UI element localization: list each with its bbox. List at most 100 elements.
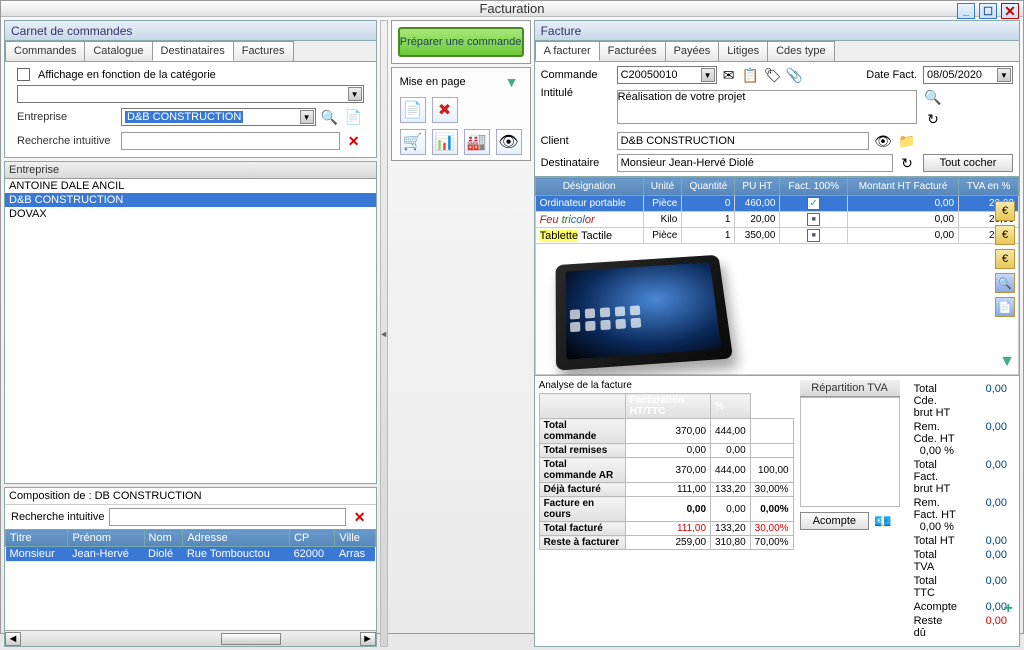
entreprise-combo[interactable]: D&B CONSTRUCTION ▼ bbox=[121, 108, 316, 126]
table-row[interactable]: MonsieurJean-HervéDioléRue Tombouctou620… bbox=[6, 547, 376, 562]
tab-cdes-type[interactable]: Cdes type bbox=[767, 41, 835, 61]
product-image bbox=[548, 249, 728, 369]
client-input[interactable] bbox=[617, 132, 869, 150]
tab-catalogue[interactable]: Catalogue bbox=[84, 41, 152, 61]
entreprise-list-header: Entreprise bbox=[5, 162, 376, 179]
composition-recherche-input[interactable] bbox=[109, 508, 346, 526]
col-header[interactable]: Montant HT Facturé bbox=[848, 178, 959, 196]
maximize-button[interactable]: ☐ bbox=[979, 3, 997, 19]
fact100-checkbox[interactable] bbox=[807, 229, 820, 242]
scroll-thumb[interactable] bbox=[221, 633, 281, 645]
factory-icon[interactable]: 🏭 bbox=[464, 129, 490, 155]
tag-icon[interactable]: 🏷 bbox=[763, 65, 783, 85]
tab-factures[interactable]: Factures bbox=[233, 41, 294, 61]
titlebar: Facturation _ ☐ ✕ bbox=[1, 1, 1023, 17]
attach-icon[interactable]: 📎 bbox=[785, 65, 805, 85]
vertical-splitter[interactable]: ◄ bbox=[380, 20, 388, 647]
col-nom[interactable]: Nom bbox=[144, 530, 183, 547]
acompte-total-value: 0,00 bbox=[957, 601, 1007, 613]
category-filter-checkbox[interactable] bbox=[17, 68, 30, 81]
folder-icon[interactable]: 📁 bbox=[897, 131, 917, 151]
client-label: Client bbox=[541, 135, 611, 147]
list-item[interactable]: ANTOINE DALE ANCIL bbox=[5, 179, 376, 193]
table-row[interactable]: Ordinateur portablePièce0460,000,0020,00 bbox=[535, 196, 1018, 212]
destinataire-input[interactable] bbox=[617, 154, 893, 172]
commande-label: Commande bbox=[541, 69, 611, 81]
facture-panel-title: Facture bbox=[535, 21, 1019, 41]
category-combo[interactable]: ▼ bbox=[17, 85, 364, 103]
tab-commandes[interactable]: Commandes bbox=[5, 41, 85, 61]
refresh-icon[interactable]: ↻ bbox=[897, 153, 917, 173]
intitule-textarea[interactable] bbox=[617, 90, 917, 124]
entreprise-list[interactable]: ANTOINE DALE ANCILD&B CONSTRUCTIONDOVAX bbox=[5, 179, 376, 483]
col-header[interactable]: PU HT bbox=[735, 178, 780, 196]
reste-du-value: 0,00 bbox=[957, 615, 1007, 639]
window-title: Facturation bbox=[479, 1, 544, 16]
currency-icon[interactable]: € bbox=[995, 225, 1015, 245]
intitule-label: Intitulé bbox=[541, 87, 611, 99]
binoculars-icon[interactable]: 🔍 bbox=[923, 87, 943, 107]
col-titre[interactable]: Titre bbox=[6, 530, 68, 547]
fact100-checkbox[interactable] bbox=[807, 197, 820, 210]
acompte-button[interactable]: Acompte bbox=[800, 512, 869, 530]
col-header[interactable]: TVA en % bbox=[959, 178, 1019, 196]
eye-icon[interactable]: 👁 bbox=[873, 131, 893, 151]
chevron-down-icon: ▼ bbox=[300, 110, 314, 124]
binoculars-icon[interactable]: 🔍 bbox=[320, 107, 340, 127]
col-header[interactable]: Unité bbox=[643, 178, 682, 196]
close-button[interactable]: ✕ bbox=[1001, 3, 1019, 19]
tab-payées[interactable]: Payées bbox=[665, 41, 720, 61]
doc-icon[interactable]: 📄 bbox=[995, 297, 1015, 317]
page-layout-icon[interactable]: 📄 bbox=[400, 97, 426, 123]
recherche-input[interactable] bbox=[121, 132, 340, 150]
composition-grid[interactable]: TitrePrénomNomAdresseCPVille MonsieurJea… bbox=[5, 529, 376, 562]
list-item[interactable]: D&B CONSTRUCTION bbox=[5, 193, 376, 207]
col-header[interactable]: Désignation bbox=[535, 178, 643, 196]
recherche-label: Recherche intuitive bbox=[17, 135, 117, 147]
col-cp[interactable]: CP bbox=[290, 530, 335, 547]
delete-page-icon[interactable]: ✖ bbox=[432, 97, 458, 123]
commande-combo[interactable]: C20050010▼ bbox=[617, 66, 717, 84]
prepare-order-button[interactable]: Préparer une commande bbox=[398, 27, 524, 57]
table-row[interactable]: Tablette TactilePièce1350,000,0020,00 bbox=[535, 228, 1018, 244]
col-header[interactable]: Quantité bbox=[682, 178, 735, 196]
table-row[interactable]: Feu tricolorKilo120,000,0020,00 bbox=[535, 212, 1018, 228]
copy-icon[interactable]: 📋 bbox=[741, 65, 761, 85]
composition-hscrollbar[interactable]: ◄ ► bbox=[5, 630, 376, 646]
minimize-button[interactable]: _ bbox=[957, 3, 975, 19]
mail-icon[interactable]: ✉ bbox=[719, 65, 739, 85]
refresh-icon[interactable]: ↻ bbox=[923, 109, 943, 129]
clear-composition-search-icon[interactable]: ✕ bbox=[350, 507, 370, 527]
cart-icon[interactable]: 🛒 bbox=[400, 129, 426, 155]
entreprise-value: D&B CONSTRUCTION bbox=[125, 111, 243, 123]
col-prénom[interactable]: Prénom bbox=[68, 530, 144, 547]
preview-icon[interactable]: 👁 bbox=[496, 129, 522, 155]
tab-a-facturer[interactable]: A facturer bbox=[535, 41, 600, 61]
currency-icon[interactable]: € bbox=[995, 249, 1015, 269]
new-doc-icon[interactable]: 📄 bbox=[344, 107, 364, 127]
chevron-down-icon: ▼ bbox=[701, 68, 715, 82]
tab-litiges[interactable]: Litiges bbox=[718, 41, 768, 61]
chart-icon[interactable]: 📊 bbox=[432, 129, 458, 155]
list-item[interactable]: DOVAX bbox=[5, 207, 376, 221]
tab-facturées[interactable]: Facturées bbox=[599, 41, 666, 61]
expand-down-icon[interactable]: ▼ bbox=[999, 353, 1015, 371]
col-adresse[interactable]: Adresse bbox=[183, 530, 290, 547]
add-icon[interactable]: + bbox=[1004, 600, 1013, 618]
tab-destinataires[interactable]: Destinataires bbox=[152, 41, 234, 61]
invoice-lines-grid[interactable]: DésignationUnitéQuantitéPU HTFact. 100%M… bbox=[535, 177, 1019, 375]
binoculars-icon[interactable]: 🔍 bbox=[995, 273, 1015, 293]
mise-en-page-label: Mise en page bbox=[400, 76, 466, 88]
acompte-icon[interactable]: 💶 bbox=[873, 511, 893, 531]
category-filter-label: Affichage en fonction de la catégorie bbox=[38, 69, 216, 81]
currency-icon[interactable]: € bbox=[995, 201, 1015, 221]
col-header[interactable]: Fact. 100% bbox=[780, 178, 848, 196]
carnet-panel-title: Carnet de commandes bbox=[5, 21, 376, 41]
fact100-checkbox[interactable] bbox=[807, 213, 820, 226]
chevron-down-icon[interactable]: ▼ bbox=[502, 72, 522, 92]
tout-cocher-button[interactable]: Tout cocher bbox=[923, 154, 1013, 172]
date-fact-combo[interactable]: 08/05/2020▼ bbox=[923, 66, 1013, 84]
clear-search-icon[interactable]: ✕ bbox=[344, 131, 364, 151]
col-ville[interactable]: Ville bbox=[335, 530, 375, 547]
left-tabs: CommandesCatalogueDestinatairesFactures bbox=[5, 41, 376, 62]
